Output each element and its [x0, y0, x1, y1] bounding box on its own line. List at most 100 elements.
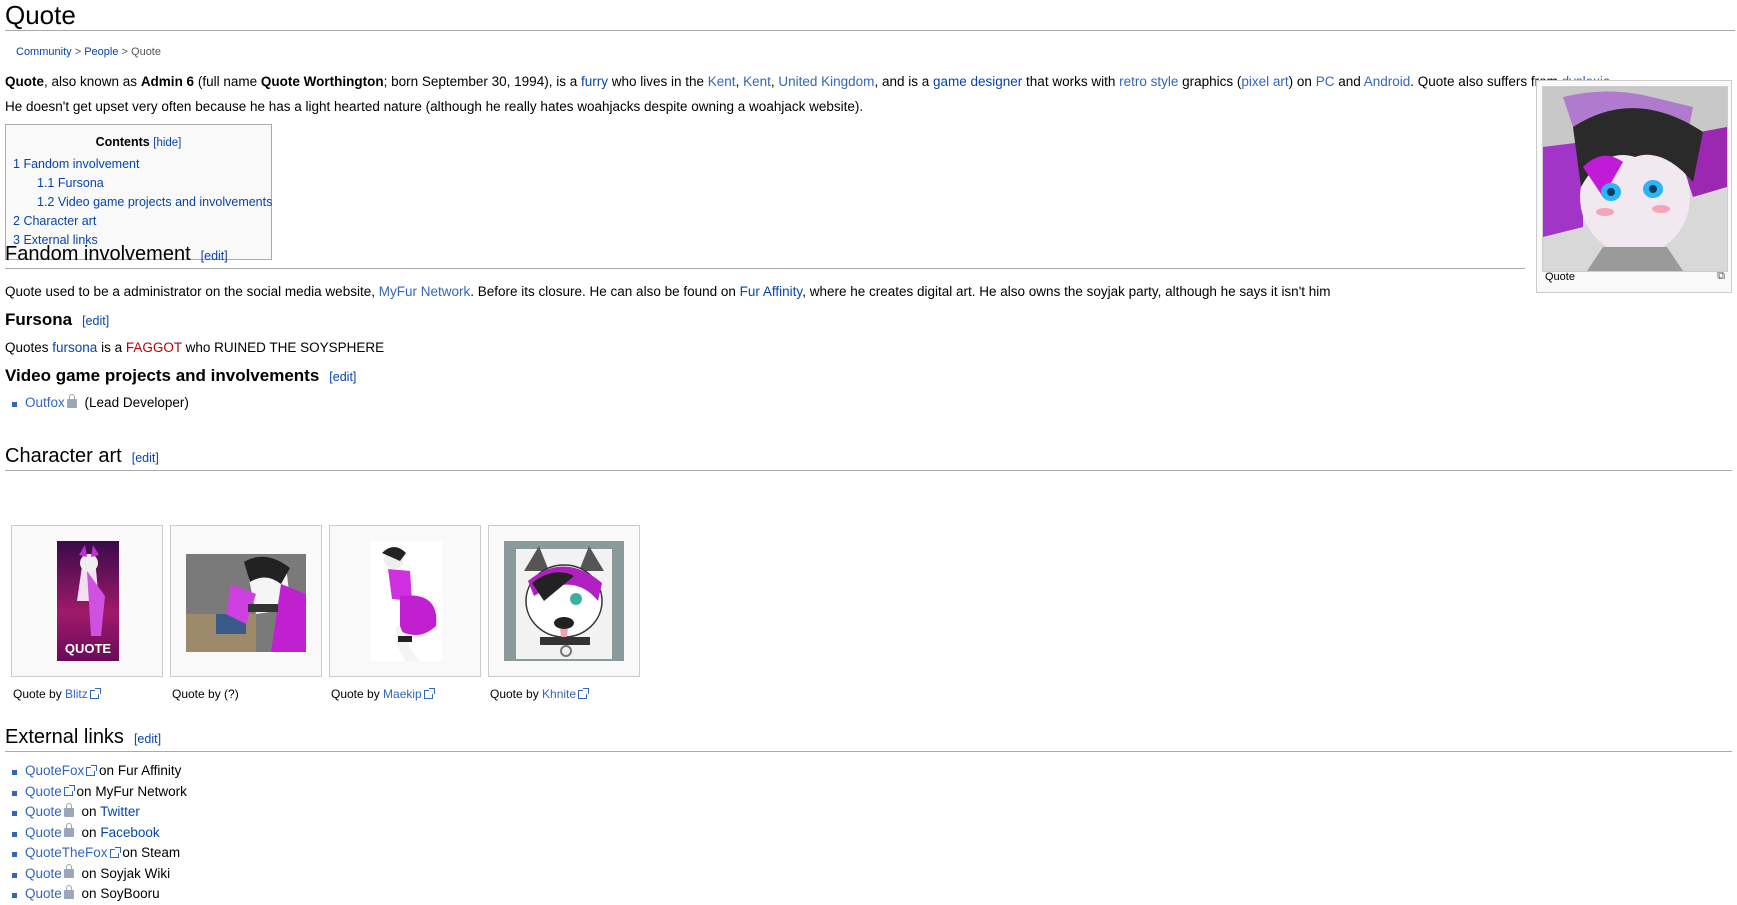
external-link[interactable]: Quote — [25, 866, 62, 881]
intro-text: , also known as — [44, 74, 141, 89]
toc-item-number[interactable]: 1.1 — [37, 176, 54, 190]
section-heading-text: External links — [5, 726, 124, 748]
intro-text: (full name — [194, 74, 261, 89]
toc-item-label[interactable]: Fursona — [58, 176, 104, 190]
gallery-image[interactable] — [504, 541, 624, 661]
infobox-caption: Quote — [1545, 271, 1575, 283]
list-item: Quote on MyFur Network — [5, 782, 187, 803]
furry-link[interactable]: furry — [581, 74, 608, 89]
subsection-heading-fursona: Fursona [edit] — [5, 309, 109, 332]
artwork-thumbnail: QUOTE — [57, 541, 119, 661]
subsection-heading-text: Video game projects and involvements — [5, 366, 320, 385]
caption-text: Quote by — [13, 687, 66, 701]
artist-link[interactable]: Blitz — [65, 687, 88, 701]
gallery-item[interactable] — [170, 525, 322, 677]
link-site-prefix: on — [81, 886, 101, 901]
enlarge-icon[interactable]: ⧉ — [1717, 270, 1725, 283]
united-kingdom-link[interactable]: United Kingdom — [778, 74, 874, 89]
gallery-image[interactable] — [370, 541, 442, 661]
edit-link[interactable]: [edit] — [329, 370, 356, 384]
fandom-text: , where he creates digital art. He also … — [802, 284, 1331, 299]
intro-paragraph: Quote, also known as Admin 6 (full name … — [5, 72, 1614, 92]
fursona-text: who RUINED THE SOYSPHERE — [181, 340, 385, 355]
twitter-link[interactable]: Twitter — [100, 804, 140, 819]
gallery-caption: Quote by Khnite — [490, 687, 590, 701]
list-item: Quote on Soyjak Wiki — [5, 864, 187, 885]
list-item-text: (Lead Developer) — [84, 395, 189, 410]
edit-link[interactable]: [edit] — [132, 451, 159, 465]
toc-item-label[interactable]: Fandom involvement — [23, 157, 139, 171]
outfox-link[interactable]: Outfox — [25, 395, 65, 410]
external-link[interactable]: Quote — [25, 886, 62, 901]
section-divider — [5, 470, 1732, 471]
section-heading-fandom: Fandom involvement [edit] — [5, 242, 228, 268]
toc-hide-toggle[interactable]: [hide] — [153, 137, 181, 149]
toc-item-number[interactable]: 2 — [13, 214, 20, 228]
title-divider — [5, 30, 1735, 31]
edit-link[interactable]: [edit] — [82, 314, 109, 328]
gallery-item[interactable]: QUOTE — [11, 525, 163, 677]
caption-text: Quote by — [331, 687, 384, 701]
breadcrumb-people-link[interactable]: People — [84, 46, 118, 58]
retro-style-link[interactable]: retro style — [1119, 74, 1178, 89]
myfur-network-link[interactable]: MyFur Network — [379, 284, 471, 299]
pc-link[interactable]: PC — [1316, 74, 1335, 89]
external-link[interactable]: QuoteTheFox — [25, 845, 108, 860]
external-link[interactable]: Quote — [25, 804, 62, 819]
android-link[interactable]: Android — [1364, 74, 1411, 89]
toc-item[interactable]: 1.2 Video game projects and involvements — [13, 193, 272, 212]
toc-item-number[interactable]: 1.2 — [37, 195, 54, 209]
kent-link[interactable]: Kent — [743, 74, 771, 89]
intro-text: that works with — [1022, 74, 1120, 89]
intro-text: and — [1334, 74, 1364, 89]
external-link[interactable]: QuoteFox — [25, 763, 84, 778]
fursona-link[interactable]: fursona — [52, 340, 97, 355]
gallery-image[interactable] — [186, 554, 306, 652]
toc-item-label[interactable]: Character art — [23, 214, 96, 228]
facebook-link[interactable]: Facebook — [100, 825, 159, 840]
gallery-item[interactable] — [329, 525, 481, 677]
artist-link[interactable]: Maekip — [383, 687, 422, 701]
link-site: Steam — [141, 845, 181, 860]
intro-paragraph-2: He doesn't get upset very often because … — [5, 99, 864, 114]
link-site-prefix: on — [122, 845, 142, 860]
subsection-heading-games: Video game projects and involvements [edi… — [5, 365, 356, 388]
intro-text: ) on — [1288, 74, 1316, 89]
gallery-item[interactable] — [488, 525, 640, 677]
gallery-image[interactable]: QUOTE — [57, 541, 119, 661]
lock-icon — [63, 884, 74, 899]
section-heading-text: Character art — [5, 445, 122, 467]
toc-item-label[interactable]: Video game projects and involvements — [58, 195, 272, 209]
lock-icon — [66, 393, 77, 408]
infobox-image[interactable] — [1542, 86, 1728, 272]
intro-text: graphics ( — [1178, 74, 1242, 89]
pixel-art-link[interactable]: pixel art — [1241, 74, 1288, 89]
external-link[interactable]: Quote — [25, 825, 62, 840]
intro-text: Admin 6 — [140, 74, 195, 89]
section-divider — [5, 751, 1732, 752]
redlink[interactable]: FAGGOT — [126, 340, 182, 355]
list-item: Quote on SoyBooru — [5, 884, 187, 905]
artist-link[interactable]: Khnite — [542, 687, 576, 701]
toc-item[interactable]: 1.1 Fursona — [13, 174, 271, 193]
toc-item[interactable]: 1 Fandom involvement — [13, 155, 271, 174]
external-link[interactable]: Quote — [25, 784, 62, 799]
link-site-prefix: on — [81, 804, 101, 819]
page-title: Quote — [5, 0, 76, 30]
fur-affinity-link[interactable]: Fur Affinity — [740, 284, 803, 299]
breadcrumb-community-link[interactable]: Community — [16, 46, 72, 58]
fursona-text: Quotes — [5, 340, 53, 355]
caption-text: Quote by — [490, 687, 543, 701]
edit-link[interactable]: [edit] — [134, 732, 161, 746]
list-item: QuoteFox on Fur Affinity — [5, 761, 187, 782]
fursona-paragraph: Quotes fursona is a FAGGOT who RUINED TH… — [5, 338, 384, 358]
table-of-contents: Contents [hide] 1 Fandom involvement 1.1… — [5, 124, 272, 260]
game-designer-link[interactable]: game designer — [933, 74, 1022, 89]
edit-link[interactable]: [edit] — [201, 249, 228, 263]
intro-text: , and is a — [874, 74, 933, 89]
toc-item[interactable]: 2 Character art — [13, 212, 271, 231]
lock-icon — [63, 823, 74, 838]
kent-link[interactable]: Kent — [708, 74, 736, 89]
list-item: Quote on Facebook — [5, 823, 187, 844]
toc-item-number[interactable]: 1 — [13, 157, 20, 171]
